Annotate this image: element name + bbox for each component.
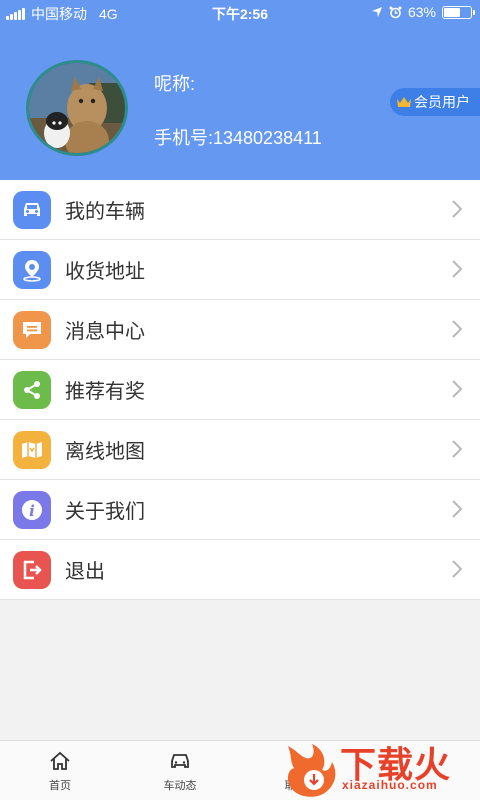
menu-item-label: 收货地址 — [65, 261, 145, 283]
menu-item-about-us[interactable]: i 关于我们 — [0, 480, 480, 540]
watermark-logo: 下载火 xiazaihuo.com — [282, 732, 480, 800]
info-icon: i — [13, 490, 51, 529]
logout-icon — [13, 550, 51, 589]
menu-item-label: 退出 — [65, 561, 105, 583]
chevron-right-icon — [452, 380, 462, 398]
location-arrow-icon — [371, 7, 382, 17]
location-pin-icon — [13, 250, 51, 289]
battery-icon — [442, 5, 475, 19]
chevron-right-icon — [452, 200, 462, 218]
avatar[interactable] — [26, 60, 128, 156]
crown-icon — [397, 97, 411, 107]
tab-label: 车动态 — [163, 780, 197, 792]
menu-item-shipping-address[interactable]: 收货地址 — [0, 240, 480, 300]
chevron-right-icon — [452, 440, 462, 458]
vip-label: 会员用户 — [414, 94, 470, 110]
svg-text:i: i — [29, 502, 35, 520]
chevron-right-icon — [452, 320, 462, 338]
profile-header: 中国移动 4G 下午2:56 63% 呢称: 手机号:13480238411 会… — [0, 0, 480, 180]
map-icon — [13, 430, 51, 469]
status-bar-right: 63% — [371, 4, 475, 20]
menu-item-offline-map[interactable]: 离线地图 — [0, 420, 480, 480]
tab-home[interactable]: 首页 — [20, 751, 100, 793]
nickname-label: 呢称: — [154, 74, 196, 94]
menu-list: 我的车辆 收货地址 消息中心 推荐有奖 离线地图 i 关于我们 退出 — [0, 180, 480, 600]
tab-label: 首页 — [49, 780, 71, 792]
home-icon — [50, 751, 70, 770]
menu-item-message-center[interactable]: 消息中心 — [0, 300, 480, 360]
chevron-right-icon — [452, 500, 462, 518]
chevron-right-icon — [452, 560, 462, 578]
car-icon — [13, 190, 51, 229]
share-icon — [13, 370, 51, 409]
menu-item-label: 推荐有奖 — [65, 381, 145, 403]
vip-badge[interactable]: 会员用户 — [390, 88, 480, 116]
menu-item-my-vehicles[interactable]: 我的车辆 — [0, 180, 480, 240]
status-bar: 中国移动 4G 下午2:56 63% — [0, 0, 480, 26]
menu-item-label: 离线地图 — [65, 441, 145, 463]
menu-item-logout[interactable]: 退出 — [0, 540, 480, 600]
menu-item-referral-rewards[interactable]: 推荐有奖 — [0, 360, 480, 420]
tab-vehicle-status[interactable]: 车动态 — [140, 751, 220, 793]
watermark-domain: xiazaihuo.com — [342, 778, 438, 792]
message-icon — [13, 310, 51, 349]
menu-item-label: 关于我们 — [65, 501, 145, 523]
menu-item-label: 我的车辆 — [65, 201, 145, 223]
battery-percent: 63% — [407, 4, 436, 20]
menu-item-label: 消息中心 — [65, 321, 145, 343]
chevron-right-icon — [452, 260, 462, 278]
phone-number: 手机号:13480238411 — [154, 128, 322, 148]
car-icon — [171, 754, 189, 768]
alarm-icon — [389, 6, 402, 18]
avatar-photo — [29, 63, 125, 153]
flame-logo-icon — [287, 744, 336, 797]
